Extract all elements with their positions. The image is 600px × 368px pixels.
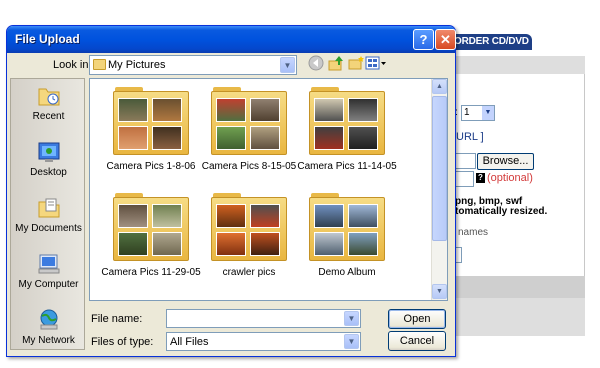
place-label: My Computer <box>18 279 79 290</box>
url-link[interactable]: URL ] <box>456 131 484 143</box>
place-recent[interactable]: Recent <box>11 81 86 136</box>
upload-panel-footer <box>454 276 585 298</box>
my-documents-icon <box>37 197 61 219</box>
look-in-value: My Pictures <box>108 59 166 71</box>
folder-name: Camera Pics 11-29-05 <box>101 267 201 278</box>
desktop-icon <box>37 141 61 163</box>
place-label: Recent <box>32 111 65 122</box>
recent-icon <box>37 85 61 107</box>
files-of-type-value: All Files <box>170 336 209 348</box>
place-label: Desktop <box>30 167 67 178</box>
look-in-label: Look in: <box>53 59 92 71</box>
chevron-down-icon: ▼ <box>344 334 359 349</box>
file-list[interactable]: Camera Pics 1-8-06 Camera Pics 8-15-05 C… <box>89 78 448 301</box>
folder-name: Demo Album <box>318 267 376 278</box>
scroll-thumb[interactable] <box>432 96 447 241</box>
folder-icon <box>211 193 287 261</box>
optional-text: (optional) <box>487 172 533 184</box>
folder-icon <box>309 193 385 261</box>
quantity-select-value: 1 <box>464 107 470 118</box>
order-cd-dvd-tab[interactable]: ORDER CD/DVD <box>448 34 532 50</box>
folder-name: crawler pics <box>222 267 276 278</box>
folder-name: Camera Pics 8-15-05 <box>201 161 297 172</box>
title-bar[interactable]: File Upload ? ✕ <box>7 26 456 53</box>
file-upload-dialog: File Upload ? ✕ Look in: My Pictures ▼ R… <box>6 25 456 357</box>
folder-item[interactable]: Camera Pics 11-29-05 <box>96 193 206 293</box>
folder-icon <box>93 59 106 70</box>
chevron-down-icon: ▼ <box>482 106 494 120</box>
place-my-network[interactable]: My Network <box>11 305 86 360</box>
place-label: My Documents <box>15 223 82 234</box>
vertical-scrollbar[interactable]: ▲ ▼ <box>431 79 447 300</box>
folder-name: Camera Pics 11-14-05 <box>297 161 397 172</box>
cancel-button[interactable]: Cancel <box>388 331 446 351</box>
chevron-down-icon: ▼ <box>280 57 295 73</box>
help-icon[interactable]: ? <box>476 173 485 183</box>
place-desktop[interactable]: Desktop <box>11 137 86 192</box>
scroll-up-icon[interactable]: ▲ <box>432 79 447 94</box>
file-path-input[interactable] <box>454 153 476 169</box>
folder-name: Camera Pics 1-8-06 <box>106 161 196 172</box>
folder-item[interactable]: Camera Pics 11-14-05 <box>292 87 402 187</box>
dialog-title: File Upload <box>15 32 80 46</box>
look-in-dropdown[interactable]: My Pictures ▼ <box>89 55 297 75</box>
caption-input[interactable] <box>454 171 474 187</box>
back-icon[interactable] <box>307 55 325 73</box>
place-my-documents[interactable]: My Documents <box>11 193 86 248</box>
place-label: My Network <box>22 335 75 346</box>
files-of-type-dropdown[interactable]: All Files ▼ <box>166 332 361 351</box>
file-name-input[interactable]: ▼ <box>166 309 361 328</box>
names-text: names <box>458 227 489 238</box>
place-my-computer[interactable]: My Computer <box>11 249 86 304</box>
folder-icon <box>113 193 189 261</box>
folder-item[interactable]: crawler pics <box>194 193 304 293</box>
quantity-select[interactable]: 1 ▼ <box>461 105 495 121</box>
folder-item[interactable]: Camera Pics 8-15-05 <box>194 87 304 187</box>
scroll-down-icon[interactable]: ▼ <box>432 284 447 299</box>
folder-icon <box>309 87 385 155</box>
browse-button[interactable]: Browse... <box>477 153 534 170</box>
new-folder-icon[interactable] <box>347 55 365 73</box>
chevron-down-icon: ▼ <box>344 311 359 326</box>
folder-item[interactable]: Camera Pics 1-8-06 <box>96 87 206 187</box>
open-button[interactable]: Open <box>388 309 446 329</box>
formats-line-2: tomatically resized. <box>455 206 548 217</box>
files-of-type-label: Files of type: <box>91 336 154 348</box>
my-network-icon <box>37 309 61 331</box>
places-bar: Recent Desktop My Documents My Computer … <box>10 78 85 350</box>
folder-icon <box>211 87 287 155</box>
my-computer-icon <box>37 253 61 275</box>
file-name-label: File name: <box>91 313 143 325</box>
folder-icon <box>113 87 189 155</box>
close-button[interactable]: ✕ <box>435 29 456 50</box>
help-button[interactable]: ? <box>413 29 434 50</box>
view-menu-icon[interactable] <box>365 55 387 73</box>
up-folder-icon[interactable] <box>327 55 345 73</box>
folder-item[interactable]: Demo Album <box>292 193 402 293</box>
